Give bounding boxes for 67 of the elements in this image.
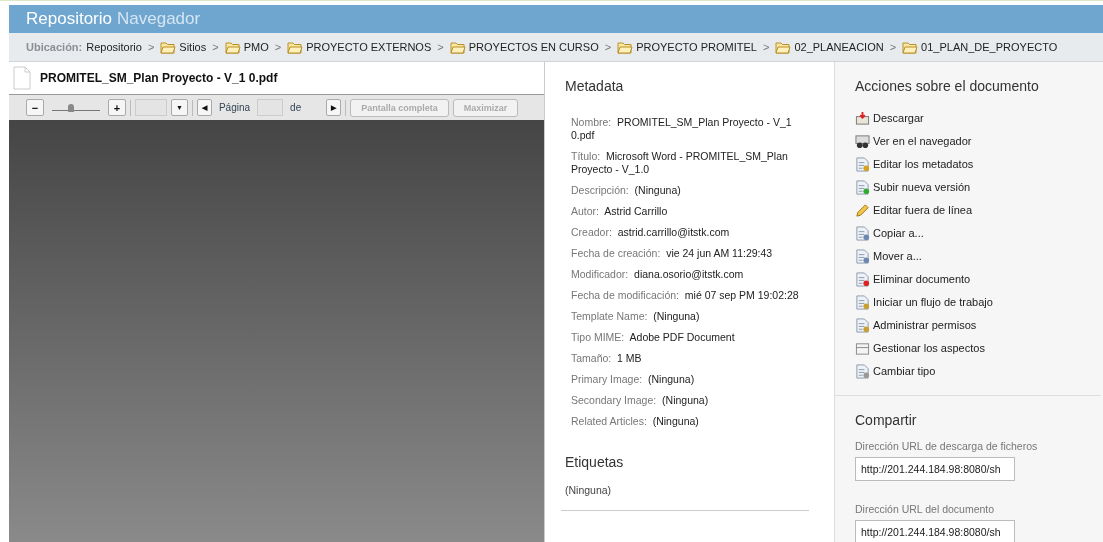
breadcrumb-link[interactable]: 02_PLANEACION xyxy=(794,41,884,53)
zoom-field[interactable] xyxy=(135,99,167,116)
metadata-field: Tipo MIME: Adobe PDF Document xyxy=(571,331,809,344)
zoom-out-button[interactable]: − xyxy=(26,99,44,116)
metadata-field: Título: Microsoft Word - PROMITEL_SM_Plan Proyecto - V_1.0 xyxy=(571,150,809,176)
url-field[interactable]: http://201.244.184.98:8080/sh xyxy=(855,520,1015,542)
breadcrumb-link[interactable]: Sitios xyxy=(179,41,207,53)
metadata-field: Template Name: (Ninguna) xyxy=(571,310,809,323)
metadata-field: Creador: astrid.carrillo@itstk.com xyxy=(571,226,809,239)
metadata-field: Descripción: (Ninguna) xyxy=(571,184,809,197)
breadcrumb-separator: > xyxy=(274,41,282,53)
action-link[interactable]: Administrar permisos xyxy=(873,319,977,331)
action-link[interactable]: Ver en el navegador xyxy=(873,135,972,147)
section-title: Metadata xyxy=(565,78,625,94)
breadcrumb-separator: > xyxy=(889,41,897,53)
page-label: Página xyxy=(218,102,251,113)
url-field[interactable]: http://201.244.184.98:8080/sh xyxy=(855,457,1015,481)
metadata-field: Primary Image: (Ninguna) xyxy=(571,373,809,386)
document-icon xyxy=(855,248,870,264)
action-link[interactable]: Editar los metadatos xyxy=(873,158,974,170)
breadcrumb-link[interactable]: Repositorio xyxy=(86,41,142,53)
section-title: Compartir xyxy=(855,412,918,428)
action-link[interactable]: Iniciar un flujo de trabajo xyxy=(873,296,993,308)
file-name: PROMITEL_SM_Plan Proyecto - V_1 0.pdf xyxy=(40,71,278,85)
pencil-icon xyxy=(855,202,870,218)
metadata-field: Fecha de modificación: mié 07 sep PM 19:02:28 xyxy=(571,289,809,302)
metadata-field: Autor: Astrid Carrillo xyxy=(571,205,809,218)
breadcrumb-separator: > xyxy=(762,41,770,53)
breadcrumb-link[interactable]: PMO xyxy=(243,41,269,53)
breadcrumb-link[interactable]: PROYECTO EXTERNOS xyxy=(306,41,432,53)
document-icon xyxy=(855,225,870,241)
metadata-field: Secondary Image: (Ninguna) xyxy=(571,394,809,407)
page-field[interactable] xyxy=(257,99,284,116)
field-label: Dirección URL de descarga de ficheros xyxy=(855,440,1039,452)
download-icon xyxy=(855,110,870,126)
breadcrumb-separator: > xyxy=(212,41,219,53)
tray-icon xyxy=(855,340,870,356)
action-link[interactable]: Gestionar los aspectos xyxy=(873,342,985,354)
metadata-field: Nombre: PROMITEL_SM_Plan Proyecto - V_1 0.pdf xyxy=(571,116,809,142)
tags-value: (Ninguna) xyxy=(565,484,613,496)
breadcrumb-separator: > xyxy=(604,41,612,53)
action-link[interactable]: Eliminar documento xyxy=(873,273,971,285)
binoculars-icon xyxy=(855,133,870,149)
section-title: Acciones sobre el documento xyxy=(855,78,1040,94)
action-link[interactable]: Cambiar tipo xyxy=(873,365,936,377)
section-title: Etiquetas xyxy=(565,454,625,470)
page-subtitle: Navegador xyxy=(117,9,201,29)
action-link[interactable]: Editar fuera de línea xyxy=(873,204,973,216)
breadcrumb-separator: > xyxy=(437,41,444,53)
breadcrumb-link[interactable]: 01_PLAN_DE_PROYECTO xyxy=(921,41,1058,53)
page-count-label: de xyxy=(290,102,302,113)
action-link[interactable]: Copiar a... xyxy=(873,227,924,239)
breadcrumb-link[interactable]: PROYECTO PROMITEL xyxy=(636,41,757,53)
metadata-field: Fecha de creación: vie 24 jun AM 11:29:43 xyxy=(571,247,809,260)
metadata-field: Modificador: diana.osorio@itstk.com xyxy=(571,268,809,281)
action-link[interactable]: Subir nueva versión xyxy=(873,181,971,193)
metadata-field: Tamaño: 1 MB xyxy=(571,352,809,365)
field-label: Dirección URL del documento xyxy=(855,503,996,515)
action-link[interactable]: Descargar xyxy=(873,112,924,124)
metadata-field: Related Articles: (Ninguna) xyxy=(571,415,809,428)
zoom-in-button[interactable]: + xyxy=(108,99,126,116)
action-link[interactable]: Mover a... xyxy=(873,250,922,262)
breadcrumb-separator: > xyxy=(147,41,155,53)
location-label: Ubicación: xyxy=(26,41,83,53)
page-title: Repositorio xyxy=(26,9,112,29)
document-icon xyxy=(13,66,31,90)
breadcrumb-link[interactable]: PROYECTOS EN CURSO xyxy=(468,41,599,53)
